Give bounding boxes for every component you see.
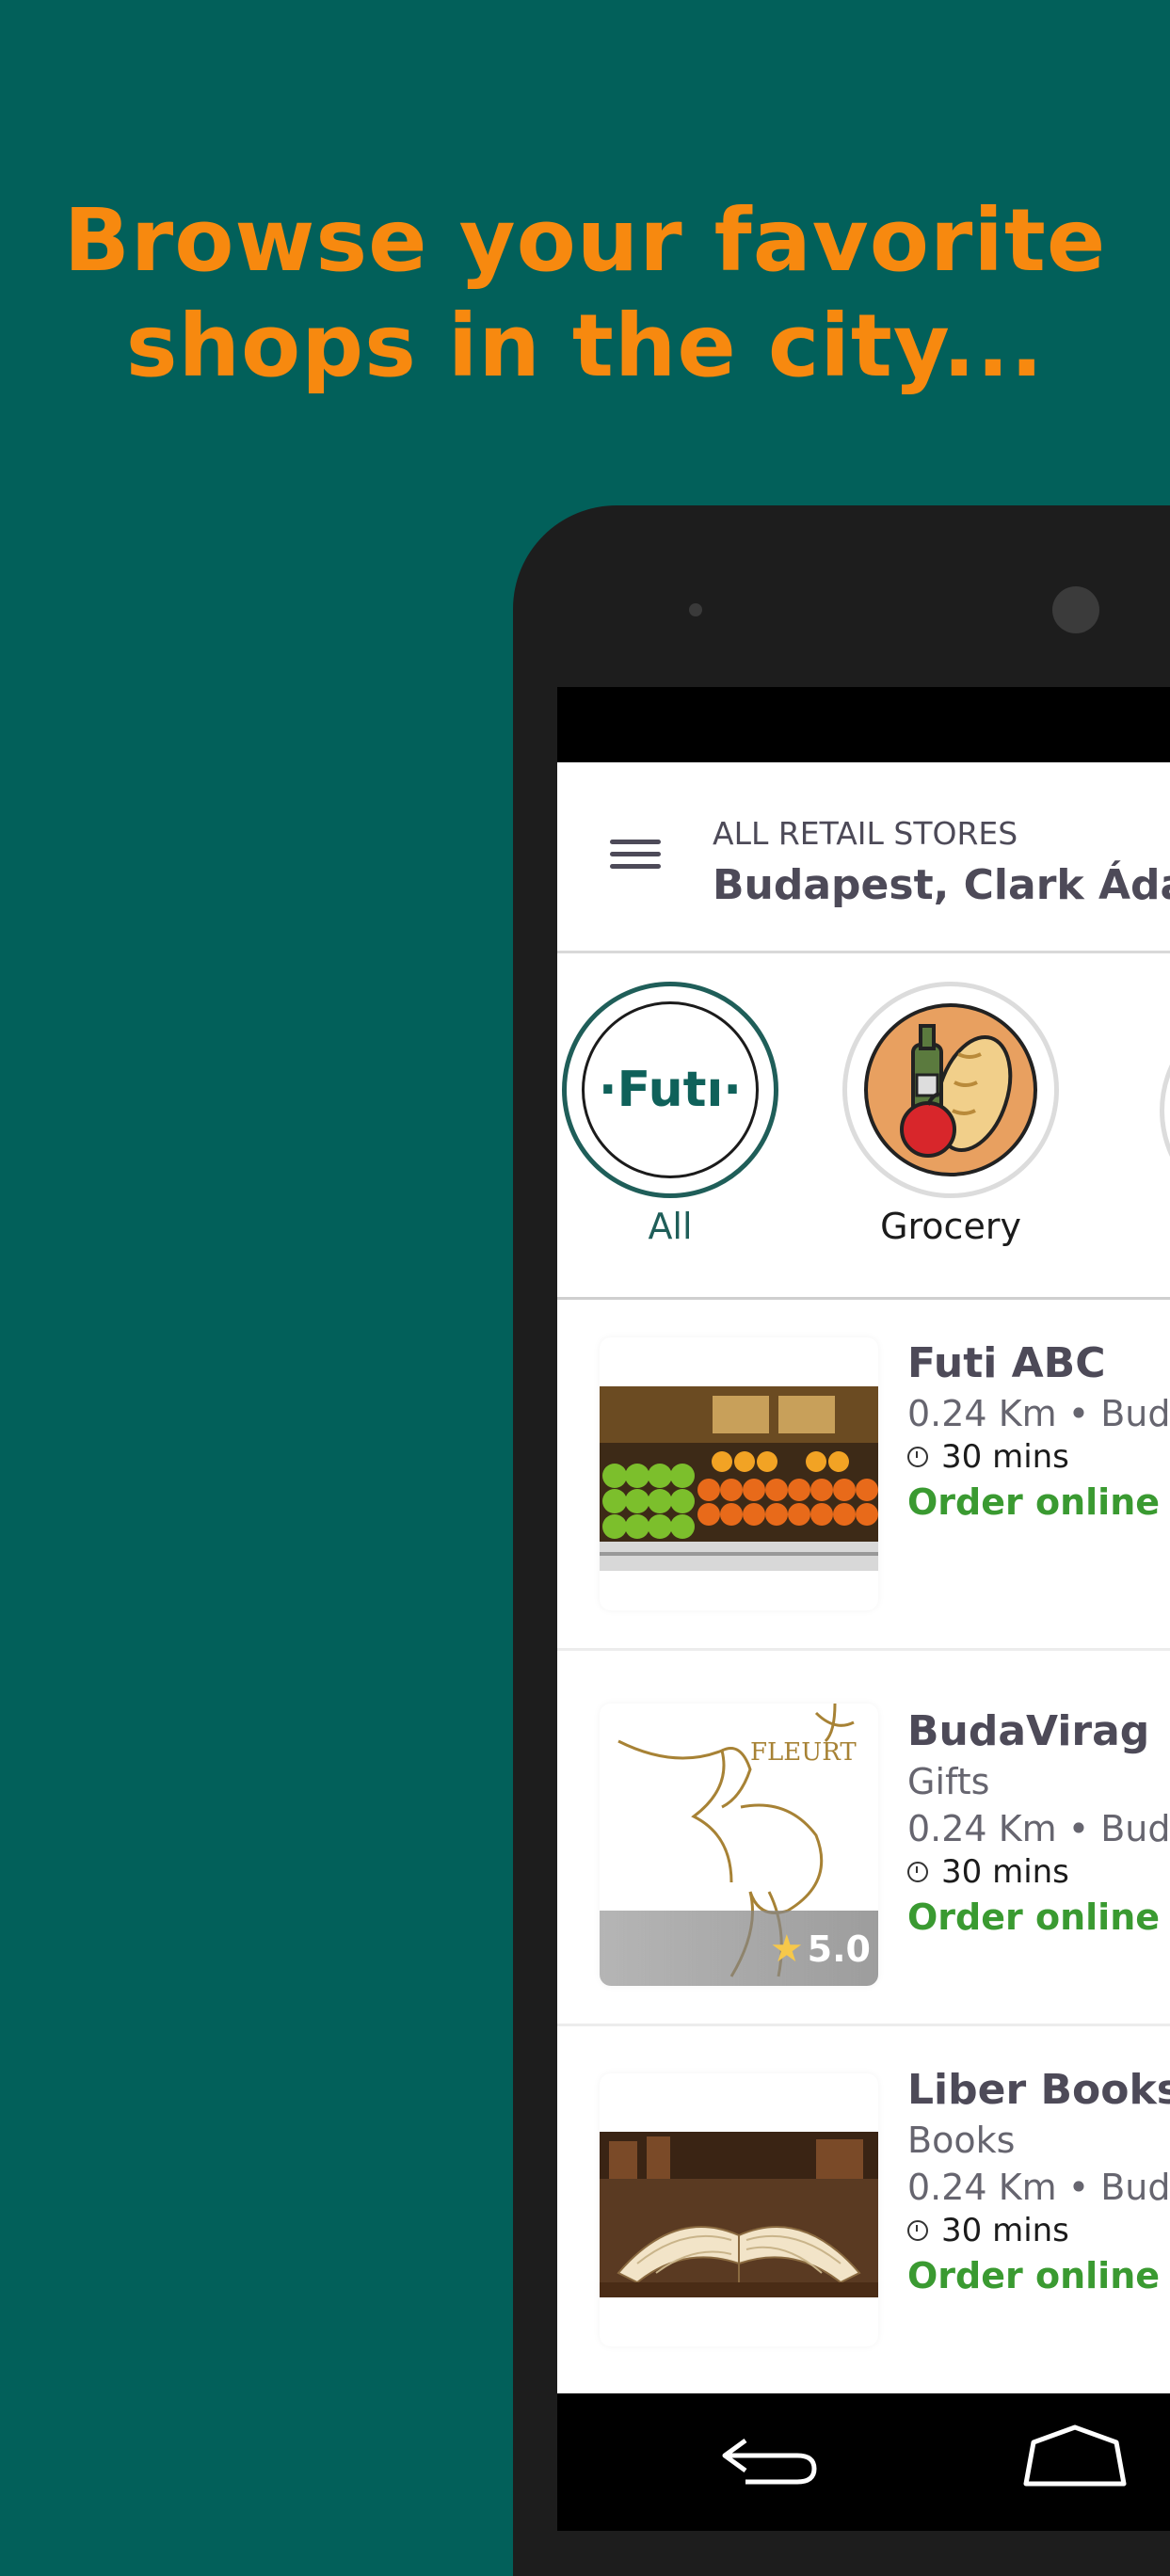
category-grocery[interactable]: Grocery — [838, 982, 1064, 1247]
star-icon: ★ — [769, 1928, 804, 1971]
phone-sensor-dot — [689, 603, 702, 616]
store-time-text: 30 mins — [941, 1853, 1069, 1891]
headline-line-1: Browse your favorite — [63, 190, 1107, 291]
store-card-budavirag[interactable]: FLEURT ★ 5.0 BudaVirag Gifts 0.24 Km • B… — [557, 1651, 1170, 2026]
store-thumbnail-card — [600, 2073, 878, 2346]
store-info: Futi ABC 0.24 Km • Bud 30 mins Order onl… — [907, 1339, 1170, 1523]
store-name: Futi ABC — [907, 1339, 1106, 1387]
clock-icon — [907, 1862, 928, 1882]
fruit-stand-image — [600, 1386, 878, 1571]
store-card-futi-abc[interactable]: Futi ABC 0.24 Km • Bud 30 mins Order onl… — [557, 1300, 1170, 1651]
hamburger-menu-icon[interactable] — [610, 840, 661, 877]
rating-value: 5.0 — [807, 1928, 871, 1970]
store-thumbnail-card — [600, 1337, 878, 1610]
store-thumbnail-card: FLEURT ★ 5.0 — [600, 1704, 878, 1986]
store-name: BudaVirag — [907, 1707, 1150, 1755]
clock-icon — [907, 2220, 928, 2241]
store-card-liber-books[interactable]: Liber Books Books 0.24 Km • Bud 30 mins … — [557, 2026, 1170, 2393]
category-all[interactable]: ·Futı· All — [557, 982, 783, 1247]
order-online-link[interactable]: Order online — [907, 1896, 1170, 1938]
category-next-partial[interactable] — [1160, 1002, 1170, 1219]
category-label: Grocery — [880, 1206, 1021, 1247]
futi-logo: ·Futı· — [582, 1001, 759, 1178]
location-selector[interactable]: Budapest, Clark Ádám — [713, 861, 1170, 909]
store-delivery-time: 30 mins — [907, 2212, 1170, 2249]
order-online-link[interactable]: Order online — [907, 2255, 1170, 2296]
store-time-text: 30 mins — [941, 1438, 1069, 1476]
store-time-text: 30 mins — [941, 2212, 1069, 2249]
status-bar — [557, 687, 1170, 762]
home-icon[interactable] — [1018, 2422, 1131, 2488]
category-all-circle: ·Futı· — [562, 982, 778, 1198]
headline: Browse your favorite shops in the city..… — [0, 188, 1170, 399]
category-strip: ·Futı· All Grocery — [557, 953, 1170, 1300]
headline-line-2: shops in the city... — [125, 296, 1045, 396]
store-distance: 0.24 Km • Bud — [907, 1808, 1170, 1849]
phone-screen: ALL RETAIL STORES Budapest, Clark Ádám ·… — [557, 687, 1170, 2531]
store-info: Liber Books Books 0.24 Km • Bud 30 mins … — [907, 2066, 1170, 2296]
svg-text:FLEURT: FLEURT — [750, 1738, 857, 1767]
back-icon[interactable] — [717, 2422, 821, 2488]
store-name: Liber Books — [907, 2066, 1170, 2114]
category-label: All — [648, 1206, 693, 1247]
store-distance: 0.24 Km • Bud — [907, 1393, 1170, 1434]
grocery-icon — [864, 1003, 1037, 1176]
store-info: BudaVirag Gifts 0.24 Km • Bud 30 mins Or… — [907, 1707, 1170, 1938]
android-nav-bar — [557, 2393, 1170, 2531]
store-category: Books — [907, 2120, 1016, 2161]
store-delivery-time: 30 mins — [907, 1438, 1170, 1476]
order-online-link[interactable]: Order online — [907, 1481, 1170, 1523]
app-bar-subtitle: ALL RETAIL STORES — [713, 815, 1018, 852]
clock-icon — [907, 1447, 928, 1467]
app-bar: ALL RETAIL STORES Budapest, Clark Ádám — [557, 762, 1170, 953]
store-category: Gifts — [907, 1761, 990, 1802]
store-rating: ★ 5.0 — [770, 1928, 871, 1971]
phone-camera — [1052, 586, 1099, 633]
store-distance: 0.24 Km • Bud — [907, 2167, 1170, 2208]
open-book-image — [600, 2132, 878, 2297]
category-grocery-circle — [842, 982, 1059, 1198]
store-delivery-time: 30 mins — [907, 1853, 1170, 1891]
